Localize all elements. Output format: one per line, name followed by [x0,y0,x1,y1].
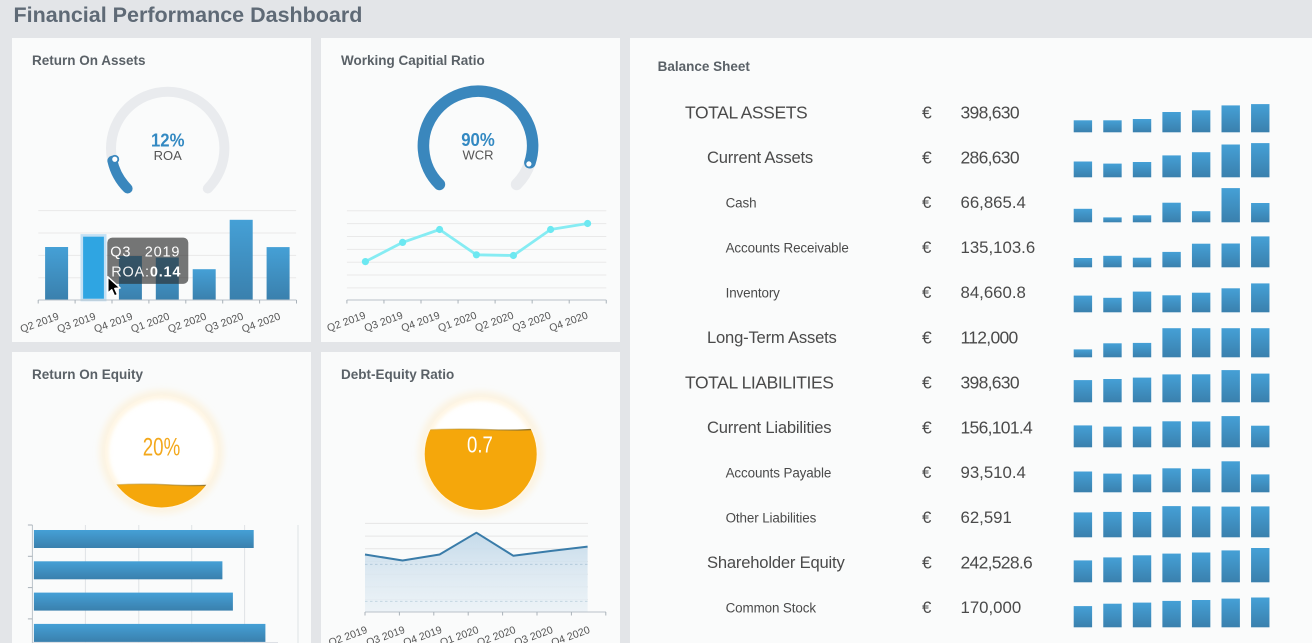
svg-text:Q2 2019: Q2 2019 [19,310,61,335]
svg-text:0.7: 0.7 [467,433,493,458]
svg-text:ROA: ROA [154,148,183,163]
svg-text:Q3 2019: Q3 2019 [363,309,405,334]
svg-text:Q3 2020: Q3 2020 [203,310,245,335]
svg-text:Q2 2020: Q2 2020 [166,310,208,335]
svg-text:20%: 20% [143,433,180,461]
svg-text:Q2 2019: Q2 2019 [327,624,369,643]
svg-text:Q4 2019: Q4 2019 [402,624,444,643]
svg-text:Q1 2020: Q1 2020 [129,310,171,335]
svg-text:Q4 2020: Q4 2020 [550,624,592,643]
svg-text:Q3 2019: Q3 2019 [365,624,407,643]
svg-text:Q3 2020: Q3 2020 [511,309,553,334]
svg-text:Q3 2019: Q3 2019 [56,310,98,335]
svg-text:Q4 2019: Q4 2019 [92,310,134,335]
svg-text:Q4 2019: Q4 2019 [400,309,442,334]
svg-text:ROA:0.14: ROA:0.14 [111,265,181,281]
svg-text:Q1 2020: Q1 2020 [436,309,478,334]
svg-text:Q4 2020: Q4 2020 [548,309,590,334]
svg-text:Q32019: Q32019 [110,245,180,261]
svg-text:Q3 2020: Q3 2020 [513,624,555,643]
svg-text:Q2 2020: Q2 2020 [473,309,515,334]
svg-text:Q2 2019: Q2 2019 [325,309,367,334]
svg-text:Q2 2020: Q2 2020 [475,624,517,643]
svg-text:Q4 2020: Q4 2020 [240,310,282,335]
svg-text:WCR: WCR [462,148,493,163]
svg-text:Q1 2020: Q1 2020 [438,624,480,643]
